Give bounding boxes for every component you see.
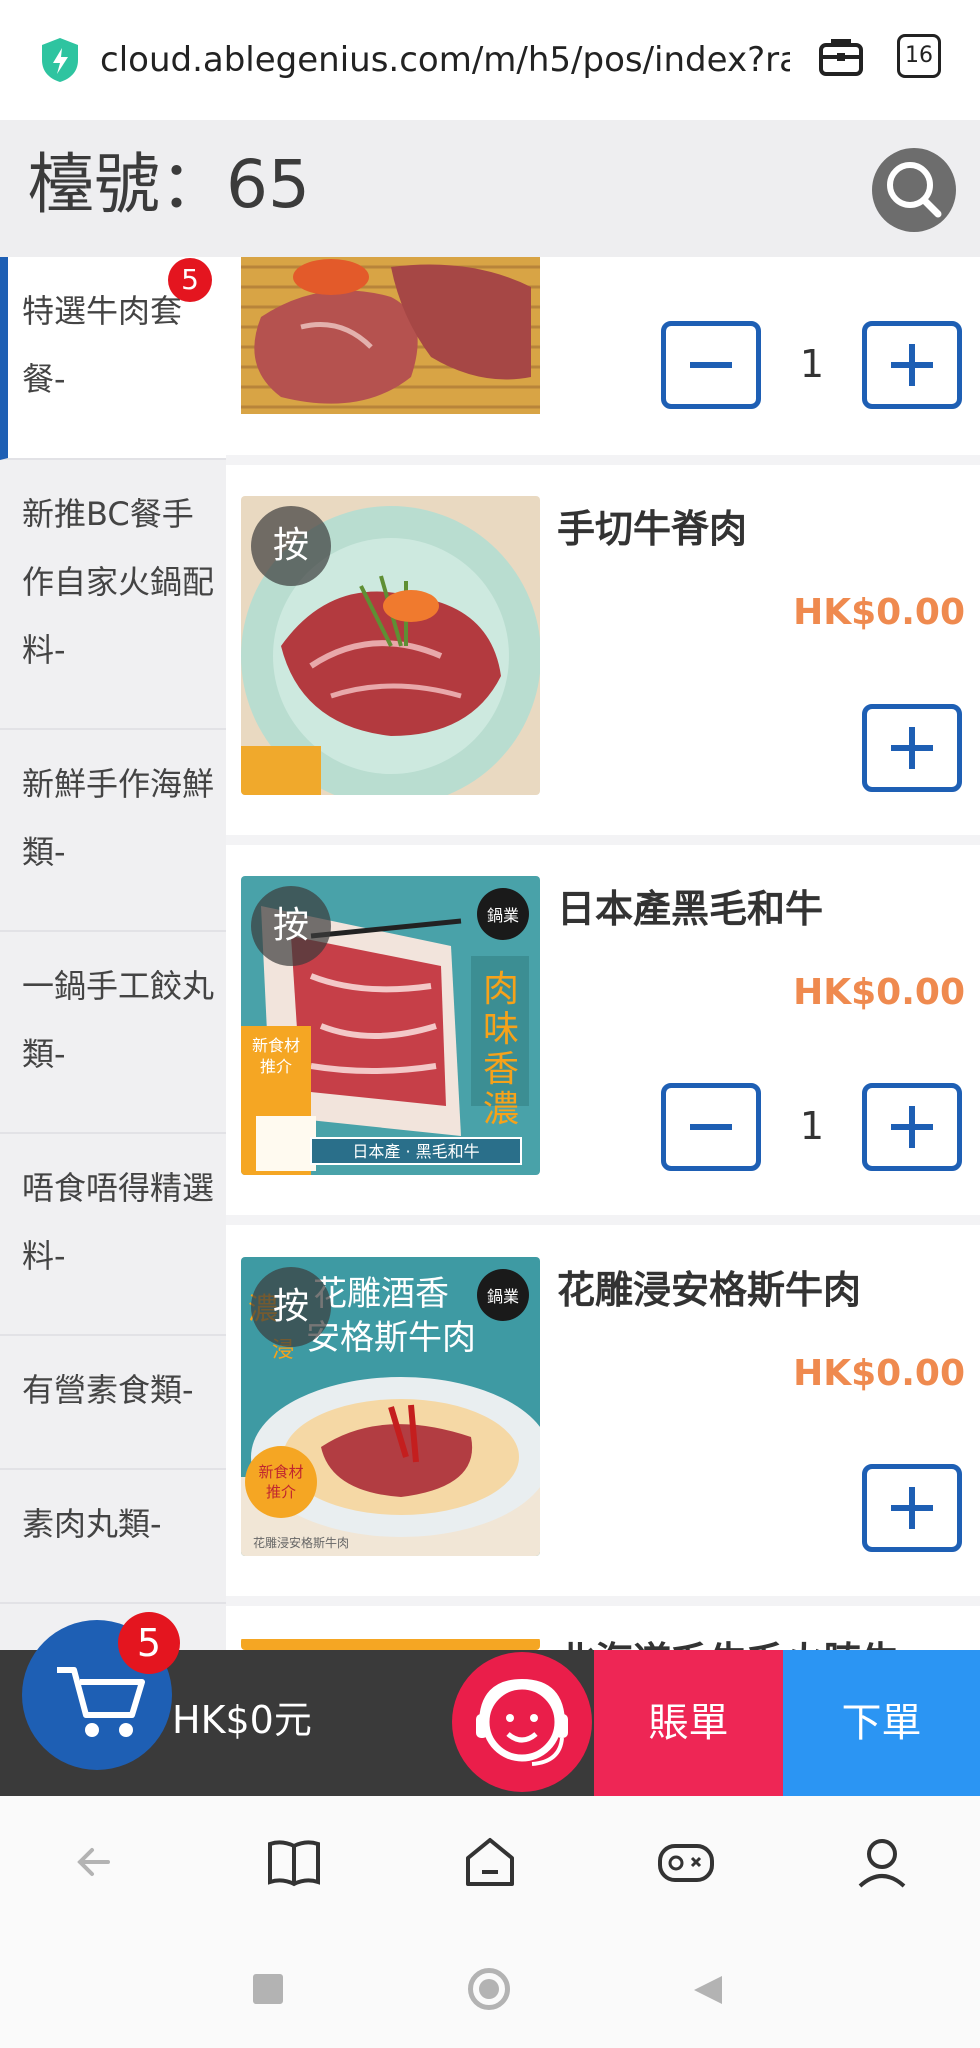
increase-qty-button[interactable] <box>862 321 962 409</box>
product-image[interactable]: 按 <box>241 496 540 795</box>
item-divider <box>226 835 980 845</box>
shield-icon <box>42 38 78 82</box>
back-arrow-icon[interactable] <box>68 1832 128 1892</box>
back-triangle-icon[interactable] <box>690 1972 726 2008</box>
press-tag: 按 <box>251 1267 331 1347</box>
headset-icon <box>476 1678 568 1766</box>
sidebar-item-label: 一鍋手工餃丸類- <box>22 967 215 1073</box>
home-system-button[interactable] <box>468 1968 510 2010</box>
svg-text:肉: 肉 <box>483 969 519 1010</box>
home-icon[interactable] <box>460 1832 520 1892</box>
tab-count-button[interactable]: 16 <box>897 34 941 78</box>
sidebar-item-label: 唔食唔得精選料- <box>22 1169 215 1275</box>
briefcase-icon[interactable] <box>818 36 864 78</box>
minus-icon <box>690 362 732 368</box>
item-divider <box>226 1596 980 1606</box>
plus-icon <box>891 344 933 386</box>
sidebar-item-dumplings[interactable]: 一鍋手工餃丸類- <box>0 932 226 1134</box>
product-name: 手切牛脊肉 <box>557 507 748 551</box>
product-name: 日本產黑毛和牛 <box>557 887 824 931</box>
table-number-title: 檯號：65 <box>28 146 310 223</box>
category-count-badge: 5 <box>168 258 212 302</box>
sidebar-item-vegetarian[interactable]: 有營素食類- <box>0 1336 226 1470</box>
search-icon <box>887 162 942 218</box>
home-dot-icon <box>479 1979 499 1999</box>
sidebar-item-label: 新鮮手作海鮮類- <box>22 765 215 871</box>
quantity-value: 1 <box>799 1104 825 1148</box>
sidebar-item-veg-balls[interactable]: 素肉丸類- <box>0 1470 226 1604</box>
customer-service-button[interactable] <box>452 1652 592 1792</box>
order-total: HK$0元 <box>172 1698 312 1742</box>
sidebar-item-label: 素肉丸類- <box>22 1505 162 1543</box>
item-divider <box>226 455 980 465</box>
cart-count-badge: 5 <box>118 1612 180 1674</box>
svg-text:味: 味 <box>483 1009 519 1050</box>
plus-icon <box>891 1487 933 1529</box>
svg-text:花雕酒香: 花雕酒香 <box>313 1274 449 1314</box>
product-price: HK$0.00 <box>793 592 965 633</box>
decrease-qty-button[interactable] <box>661 1083 761 1171</box>
sidebar-item-seafood[interactable]: 新鮮手作海鮮類- <box>0 730 226 932</box>
minus-icon <box>690 1124 732 1130</box>
product-name: 北海道毛牛毛火腩牛 <box>557 1630 899 1650</box>
place-order-button[interactable]: 下單 <box>783 1650 980 1796</box>
svg-text:安格斯牛肉: 安格斯牛肉 <box>306 1318 476 1358</box>
product-name: 花雕浸安格斯牛肉 <box>557 1268 862 1312</box>
svg-text:香: 香 <box>483 1049 519 1090</box>
svg-text:鍋業: 鍋業 <box>487 1287 519 1306</box>
gamepad-icon[interactable] <box>656 1832 716 1892</box>
press-tag: 按 <box>251 886 331 966</box>
url-text[interactable]: cloud.ablegenius.com/m/h5/pos/index?ran <box>100 34 790 86</box>
increase-qty-button[interactable] <box>862 1083 962 1171</box>
product-image[interactable]: 日本產 · 黑毛和牛 肉 味 香 濃 鍋業 新食材 推介 按 <box>241 876 540 1175</box>
increase-qty-button[interactable] <box>862 704 962 792</box>
item-divider <box>226 1215 980 1225</box>
svg-text:花雕浸安格斯牛肉: 花雕浸安格斯牛肉 <box>253 1535 349 1550</box>
svg-text:濃: 濃 <box>483 1089 519 1130</box>
increase-qty-button[interactable] <box>862 1464 962 1552</box>
product-price: HK$0.00 <box>793 1353 965 1394</box>
profile-icon[interactable] <box>852 1832 912 1892</box>
sidebar-item-label: 特選牛肉套餐- <box>22 292 183 398</box>
svg-text:新食材: 新食材 <box>252 1036 300 1055</box>
product-image[interactable] <box>241 257 540 414</box>
svg-text:新食材: 新食材 <box>258 1463 303 1481</box>
product-image[interactable] <box>241 1637 540 1650</box>
svg-text:推介: 推介 <box>260 1057 292 1076</box>
bill-button[interactable]: 賬單 <box>594 1650 783 1796</box>
plus-icon <box>891 1106 933 1148</box>
press-tag: 按 <box>251 506 331 586</box>
image-banner-text: 日本產 · 黑毛和牛 <box>352 1142 479 1161</box>
svg-text:推介: 推介 <box>266 1483 296 1501</box>
book-icon[interactable] <box>264 1832 324 1892</box>
decrease-qty-button[interactable] <box>661 321 761 409</box>
sidebar-item-bc-meal[interactable]: 新推BC餐手作自家火鍋配料- <box>0 460 226 730</box>
product-price: HK$0.00 <box>793 972 965 1013</box>
product-image[interactable]: 鍋業 濃 花雕酒香 浸 安格斯牛肉 新食材 推介 花雕浸安格斯牛肉 按 <box>241 1257 540 1556</box>
sidebar-item-must-eat[interactable]: 唔食唔得精選料- <box>0 1134 226 1336</box>
plus-icon <box>891 727 933 769</box>
svg-text:鍋業: 鍋業 <box>487 906 519 925</box>
recent-apps-button[interactable] <box>253 1974 283 2004</box>
sidebar-item-label: 新推BC餐手作自家火鍋配料- <box>22 495 215 669</box>
sidebar-item-label: 有營素食類- <box>22 1371 194 1409</box>
quantity-value: 1 <box>799 342 825 386</box>
search-button[interactable] <box>872 148 956 232</box>
